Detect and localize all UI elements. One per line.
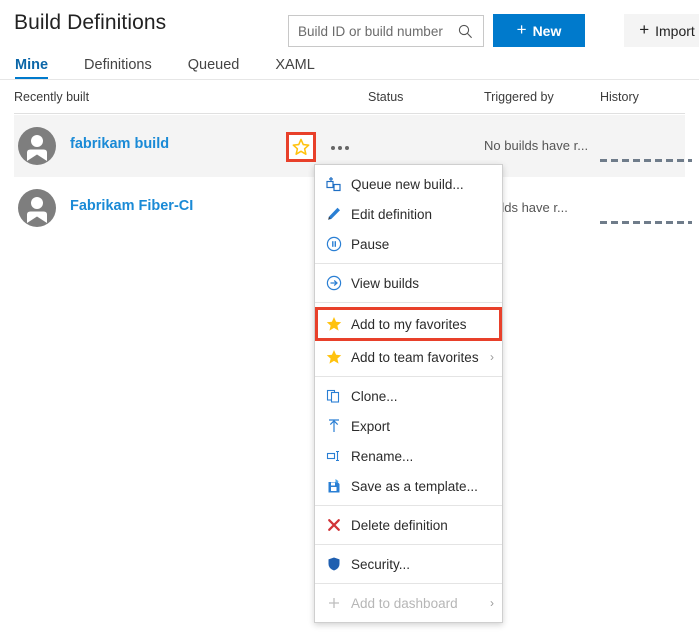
- menu-item-label: Pause: [351, 236, 390, 252]
- app-header: Build Definitions + New + Import: [0, 0, 699, 48]
- menu-item-add-to-dashboard: Add to dashboard ›: [315, 588, 502, 618]
- menu-separator: [315, 263, 502, 264]
- column-header-recently-built: Recently built: [14, 90, 90, 104]
- menu-item-add-to-team-favorites[interactable]: Add to team favorites ›: [315, 342, 502, 372]
- build-definition-link[interactable]: fabrikam build: [70, 136, 169, 152]
- plus-icon: +: [639, 20, 650, 39]
- menu-item-export[interactable]: Export: [315, 411, 502, 441]
- ellipsis-dot: [345, 146, 349, 150]
- menu-separator: [315, 376, 502, 377]
- column-header-triggered-by: Triggered by: [484, 90, 554, 104]
- copy-icon: [322, 387, 346, 405]
- chevron-right-icon: ›: [490, 350, 494, 364]
- person-avatar-icon: [18, 127, 56, 165]
- table-header-divider: [14, 113, 685, 114]
- ellipsis-dot: [338, 146, 342, 150]
- person-avatar-icon: [18, 189, 56, 227]
- star-filled-icon: [322, 315, 346, 333]
- menu-item-label: Add to team favorites: [351, 349, 479, 365]
- new-button-label: New: [532, 22, 562, 39]
- ellipsis-icon[interactable]: [327, 140, 353, 156]
- menu-item-label: Security...: [351, 556, 411, 572]
- save-template-icon: [322, 477, 346, 495]
- import-button[interactable]: + Import: [624, 14, 699, 47]
- menu-item-label: Queue new build...: [351, 176, 464, 192]
- menu-item-label: Export: [351, 418, 391, 434]
- page-title: Build Definitions: [14, 11, 167, 34]
- context-menu[interactable]: Queue new build... Edit definition Pause: [314, 164, 503, 623]
- menu-item-add-to-my-favorites[interactable]: Add to my favorites: [315, 307, 502, 341]
- plus-icon: [322, 594, 346, 612]
- menu-item-view-builds[interactable]: View builds: [315, 268, 502, 298]
- menu-item-queue-new-build[interactable]: Queue new build...: [315, 169, 502, 199]
- menu-item-delete-definition[interactable]: Delete definition: [315, 510, 502, 540]
- menu-item-label: Add to my favorites: [351, 316, 467, 332]
- tab-bar-divider: [0, 79, 699, 80]
- menu-item-label: Save as a template...: [351, 478, 478, 494]
- search-icon[interactable]: [453, 16, 477, 46]
- tab-xaml[interactable]: XAML: [275, 57, 315, 80]
- tab-bar: Mine Definitions Queued XAML: [0, 50, 699, 80]
- row-history-sparkline: [600, 221, 692, 224]
- menu-item-label: Delete definition: [351, 517, 448, 533]
- menu-item-security[interactable]: Security...: [315, 549, 502, 579]
- column-header-history: History: [600, 90, 639, 104]
- menu-separator: [315, 583, 502, 584]
- menu-item-save-as-template[interactable]: Save as a template...: [315, 471, 502, 501]
- favorite-star-icon[interactable]: [286, 132, 316, 162]
- arrow-circle-right-icon: [322, 274, 346, 292]
- import-button-label: Import: [655, 22, 695, 39]
- menu-item-clone[interactable]: Clone...: [315, 381, 502, 411]
- tab-mine[interactable]: Mine: [15, 57, 49, 80]
- pause-circle-icon: [322, 235, 346, 253]
- red-x-icon: [322, 516, 346, 534]
- menu-separator: [315, 302, 502, 303]
- menu-item-pause[interactable]: Pause: [315, 229, 502, 259]
- ellipsis-dot: [331, 146, 335, 150]
- plus-icon: +: [516, 20, 527, 39]
- rename-icon: [322, 447, 346, 465]
- chevron-right-icon: ›: [490, 596, 494, 610]
- menu-item-label: Edit definition: [351, 206, 433, 222]
- row-history-sparkline: [600, 159, 692, 162]
- menu-separator: [315, 544, 502, 545]
- menu-item-label: Add to dashboard: [351, 595, 458, 611]
- tab-queued[interactable]: Queued: [188, 57, 240, 80]
- column-header-status: Status: [368, 90, 404, 104]
- menu-separator: [315, 505, 502, 506]
- row-triggered-by: No builds have r...: [484, 138, 589, 153]
- search-box[interactable]: [288, 15, 484, 47]
- queue-build-icon: [322, 175, 346, 193]
- table-column-headers: Recently built Status Triggered by Histo…: [0, 88, 699, 112]
- pencil-icon: [322, 205, 346, 223]
- menu-item-label: Clone...: [351, 388, 398, 404]
- arrow-up-export-icon: [322, 417, 346, 435]
- menu-item-edit-definition[interactable]: Edit definition: [315, 199, 502, 229]
- new-button[interactable]: + New: [493, 14, 585, 47]
- tab-definitions[interactable]: Definitions: [84, 57, 152, 80]
- menu-item-rename[interactable]: Rename...: [315, 441, 502, 471]
- star-filled-icon: [322, 348, 346, 366]
- menu-item-label: View builds: [351, 275, 420, 291]
- build-definition-link[interactable]: Fabrikam Fiber-CI: [70, 198, 193, 214]
- menu-item-label: Rename...: [351, 448, 414, 464]
- shield-icon: [322, 555, 346, 573]
- search-input[interactable]: [289, 17, 452, 45]
